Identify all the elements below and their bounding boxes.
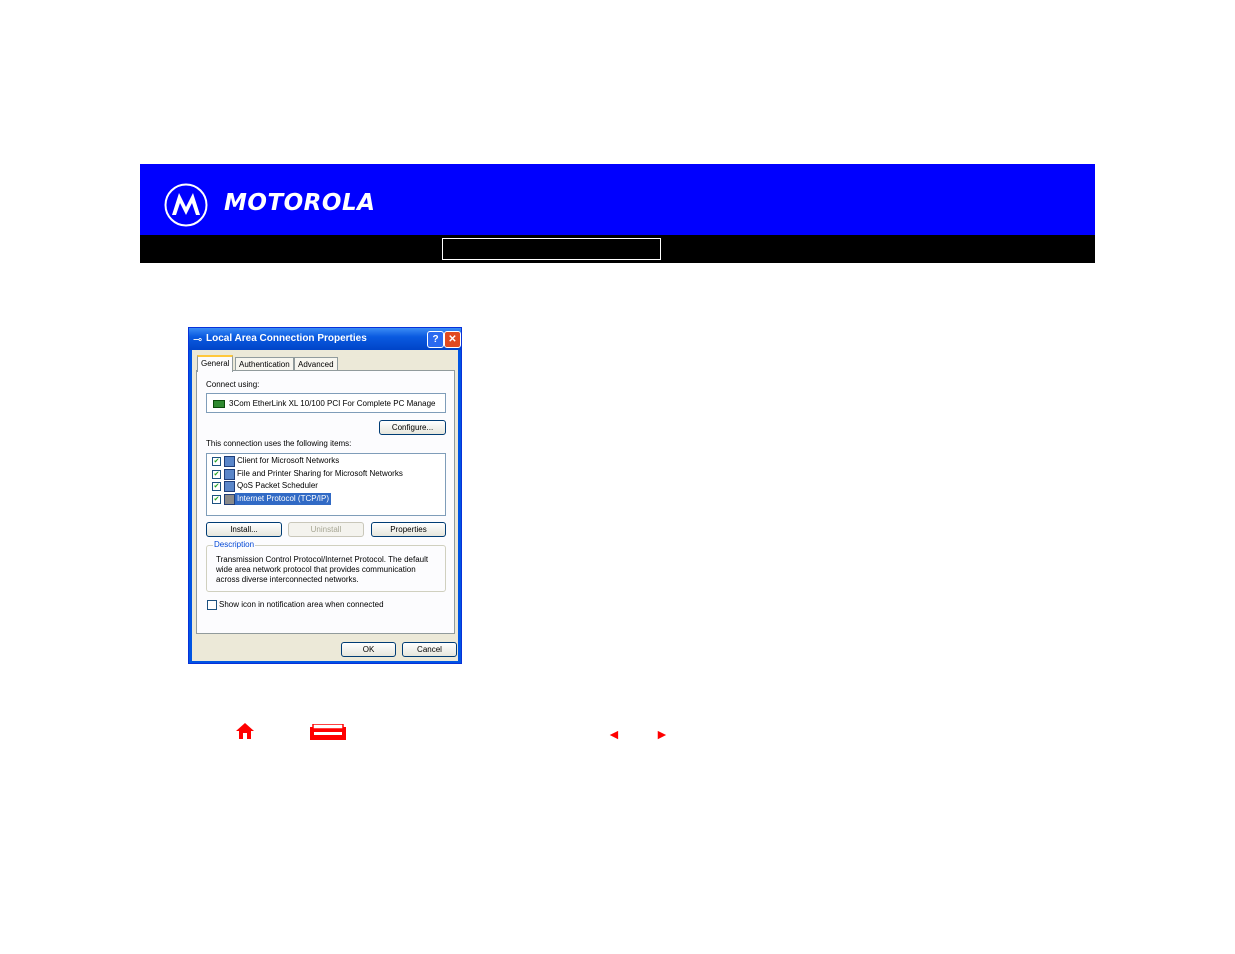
dialog-titlebar[interactable]: ⊸ Local Area Connection Properties ? ✕	[189, 328, 461, 350]
close-button[interactable]: ✕	[444, 331, 461, 348]
install-button[interactable]: Install...	[206, 522, 282, 537]
network-service-icon	[224, 469, 235, 480]
header-banner: MOTOROLA	[140, 164, 1095, 235]
properties-dialog: ⊸ Local Area Connection Properties ? ✕ G…	[188, 327, 462, 664]
notify-label: Show icon in notification area when conn…	[219, 600, 384, 609]
item-checkbox[interactable]: ✔	[212, 482, 221, 491]
description-text: Transmission Control Protocol/Internet P…	[216, 555, 429, 584]
network-card-icon	[213, 400, 225, 408]
previous-arrow-icon[interactable]: ◄	[607, 726, 621, 742]
components-list[interactable]: ✔ Client for Microsoft Networks ✔ File a…	[206, 453, 446, 516]
dialog-client-area: General Authentication Advanced Connect …	[192, 350, 458, 661]
dialog-title: Local Area Connection Properties	[206, 333, 367, 344]
help-button[interactable]: ?	[427, 331, 444, 348]
description-legend: Description	[213, 540, 256, 549]
item-checkbox[interactable]: ✔	[212, 495, 221, 504]
configure-button[interactable]: Configure...	[379, 420, 446, 435]
item-checkbox[interactable]: ✔	[212, 470, 221, 479]
item-checkbox[interactable]: ✔	[212, 457, 221, 466]
properties-button[interactable]: Properties	[371, 522, 446, 537]
network-connection-icon: ⊸	[193, 334, 203, 346]
adapter-name: 3Com EtherLink XL 10/100 PCI For Complet…	[229, 399, 436, 408]
connect-using-label: Connect using:	[206, 380, 260, 389]
network-client-icon	[224, 456, 235, 467]
notify-checkbox[interactable]	[207, 600, 217, 610]
brand-name: MOTOROLA	[224, 190, 376, 216]
network-protocol-icon	[224, 494, 235, 505]
cancel-button[interactable]: Cancel	[402, 642, 457, 657]
list-item-label: Client for Microsoft Networks	[237, 456, 340, 465]
tab-advanced[interactable]: Advanced	[294, 357, 338, 371]
adapter-field: 3Com EtherLink XL 10/100 PCI For Complet…	[206, 393, 446, 413]
network-service-icon	[224, 481, 235, 492]
general-tab-panel: Connect using: 3Com EtherLink XL 10/100 …	[196, 370, 455, 634]
list-item-label: QoS Packet Scheduler	[237, 481, 318, 490]
print-icon[interactable]	[309, 723, 347, 741]
motorola-batwing-icon	[164, 183, 208, 227]
top-nav-bar	[140, 235, 1095, 263]
list-item-label: File and Printer Sharing for Microsoft N…	[237, 469, 403, 478]
uninstall-button[interactable]: Uninstall	[288, 522, 364, 537]
search-box[interactable]	[442, 238, 661, 260]
next-arrow-icon[interactable]: ►	[655, 726, 669, 742]
list-item-label: Internet Protocol (TCP/IP)	[235, 493, 332, 505]
description-group: Description Transmission Control Protoco…	[206, 540, 446, 592]
items-label: This connection uses the following items…	[206, 439, 352, 448]
ok-button[interactable]: OK	[341, 642, 396, 657]
tab-general[interactable]: General	[197, 355, 234, 372]
tab-authentication[interactable]: Authentication	[235, 357, 294, 371]
home-icon[interactable]	[234, 721, 256, 747]
